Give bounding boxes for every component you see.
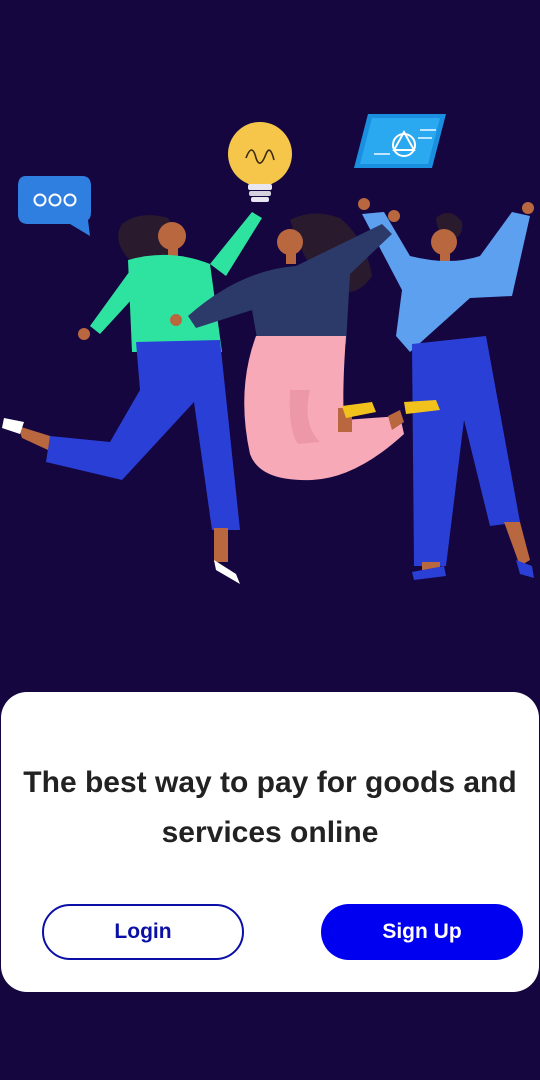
- chat-bubble-icon: [18, 176, 91, 236]
- onboarding-screen: The best way to pay for goods and servic…: [0, 0, 540, 1080]
- welcome-card: The best way to pay for goods and servic…: [1, 692, 539, 992]
- person-right: [358, 198, 534, 580]
- login-button[interactable]: Login: [42, 904, 244, 960]
- sign-up-button[interactable]: Sign Up: [321, 904, 523, 960]
- welcome-headline: The best way to pay for goods and servic…: [23, 766, 517, 849]
- lightbulb-icon: [228, 122, 292, 202]
- person-left: [2, 212, 262, 584]
- people-celebrating-illustration: [2, 114, 534, 584]
- screen-card-icon: [354, 114, 446, 168]
